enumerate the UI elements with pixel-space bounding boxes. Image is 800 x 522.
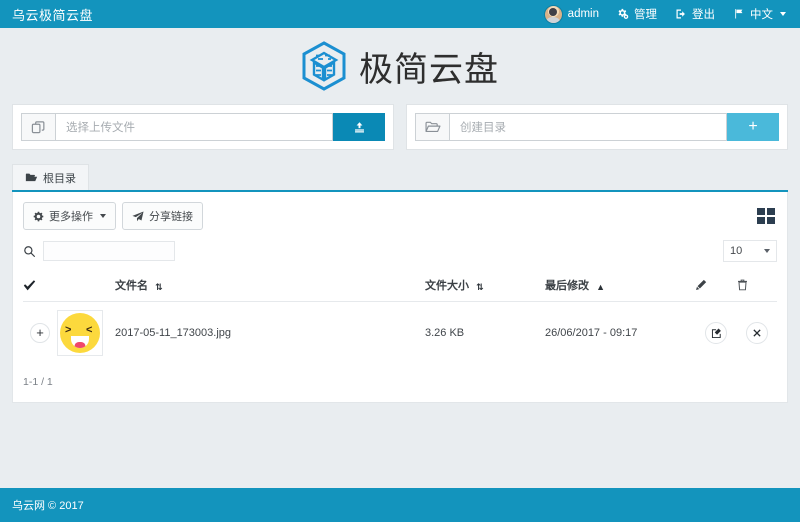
column-header-edit[interactable] [695,271,737,302]
more-actions-label: 更多操作 [49,211,93,223]
page-title: 极简云盘 [359,50,499,89]
column-label-name: 文件名 [115,280,148,292]
expand-row-button[interactable]: + [30,323,50,343]
flag-icon [733,8,745,20]
page-size-value: 10 [730,245,743,257]
row-thumbnail-cell: > < [57,302,115,365]
file-toolbar: 更多操作 分享链接 [23,202,777,230]
trash-icon [737,279,777,291]
gear-icon [617,8,629,20]
more-actions-button[interactable]: 更多操作 [23,202,116,230]
pagination-info: 1-1 / 1 [23,376,53,388]
thumbnail-header [57,271,115,302]
upload-file-input[interactable]: 选择上传文件 [55,113,333,141]
row-delete-cell [737,302,777,365]
toolbar-buttons: 更多操作 分享链接 [23,202,203,230]
upload-input-group: 选择上传文件 [21,113,385,141]
filter-row: 10 [23,240,777,262]
grid-cell [767,217,775,224]
file-table: 文件名 ⇅ 文件大小 ⇅ 最后修改 ▲ + > < 2017-05-11_173… [23,271,777,364]
search-group [23,241,175,261]
upload-panels-row: 选择上传文件 创建目录 + [0,104,800,150]
table-row[interactable]: + > < 2017-05-11_173003.jpg 3.26 KB 26/0… [23,302,777,365]
create-folder-input-group: 创建目录 + [415,113,779,141]
row-expand-cell: + [23,302,57,365]
row-filesize: 3.26 KB [425,327,465,339]
emoji-eye-left: > [65,324,72,336]
upload-file-panel: 选择上传文件 [12,104,394,150]
app-page: 乌云极简云盘 admin 管理 登出 中文 极简云盘 选择上传文件 创建目录 +… [0,0,800,522]
page-footer: 乌云网 © 2017 [0,488,800,522]
sort-asc-icon: ▲ [596,282,605,292]
logo-area: 极简云盘 [0,28,800,104]
nav-label-logout: 登出 [692,9,715,21]
page-size-select[interactable]: 10 [723,240,777,262]
sort-both-icon: ⇅ [476,282,484,292]
user-menu[interactable]: admin [543,4,599,24]
cloud-drive-cube-icon [301,41,347,91]
nav-label-manage: 管理 [634,9,657,21]
navbar-right-group: admin 管理 登出 中文 [543,4,786,24]
files-icon [21,113,55,141]
select-all-header[interactable] [23,271,57,302]
grid-cell [757,208,765,215]
grid-cell [767,208,775,215]
grid-cell [757,217,765,224]
gear-icon [33,211,44,222]
file-thumbnail[interactable]: > < [57,310,103,356]
top-navbar: 乌云极简云盘 admin 管理 登出 中文 [0,0,800,28]
emoji-eye-right: < [86,324,93,336]
breadcrumb-tab-label: 根目录 [43,172,76,185]
grid-view-toggle[interactable] [755,206,777,226]
footer-text: 乌云网 © 2017 [12,500,84,512]
chevron-down-icon [764,249,770,253]
nav-item-language[interactable]: 中文 [733,6,786,22]
column-header-size[interactable]: 文件大小 ⇅ [425,271,545,302]
file-table-body: + > < 2017-05-11_173003.jpg 3.26 KB 26/0… [23,302,777,365]
emoji-mouth [71,336,89,348]
share-link-button[interactable]: 分享链接 [122,202,203,230]
breadcrumb-tab-root[interactable]: 根目录 [12,164,89,190]
column-header-modified[interactable]: 最后修改 ▲ [545,271,695,302]
nav-label-language: 中文 [750,9,773,21]
sort-both-icon: ⇅ [155,282,163,292]
nav-item-logout[interactable]: 登出 [675,6,715,22]
column-header-name[interactable]: 文件名 ⇅ [115,271,425,302]
share-link-label: 分享链接 [149,211,193,223]
edit-file-button[interactable] [705,322,727,344]
pencil-icon [695,279,737,291]
check-icon [23,279,57,291]
chevron-down-icon [780,12,786,16]
avatar [543,4,563,24]
table-header-row: 文件名 ⇅ 文件大小 ⇅ 最后修改 ▲ [23,271,777,302]
column-label-size: 文件大小 [425,280,469,292]
paper-plane-icon [132,211,144,222]
column-label-modified: 最后修改 [545,280,589,292]
breadcrumb: 根目录 [12,164,788,192]
search-icon [23,245,36,258]
upload-button[interactable] [333,113,385,141]
file-manager-card: 更多操作 分享链接 10 文件名 ⇅ 文件大小 ⇅ 最后修改 ▲ + > < 2… [12,192,788,403]
file-table-head: 文件名 ⇅ 文件大小 ⇅ 最后修改 ▲ [23,271,777,302]
emoji-laughing-thumbnail: > < [60,313,100,353]
brand-title[interactable]: 乌云极简云盘 [12,5,93,24]
chevron-down-icon [100,214,106,218]
logout-icon [675,8,687,20]
row-modified: 26/06/2017 - 09:17 [545,327,638,339]
upload-icon [353,121,366,134]
create-folder-input[interactable]: 创建目录 [449,113,727,141]
search-input[interactable] [43,241,175,261]
column-header-delete[interactable] [737,271,777,302]
row-edit-cell [695,302,737,365]
username-label: admin [567,8,599,20]
create-folder-button[interactable]: + [727,113,779,141]
delete-file-button[interactable] [746,322,768,344]
folder-open-icon [415,113,449,141]
nav-item-manage[interactable]: 管理 [617,6,657,22]
create-folder-panel: 创建目录 + [406,104,788,150]
row-filename[interactable]: 2017-05-11_173003.jpg [115,302,425,365]
folder-open-icon [25,172,38,183]
